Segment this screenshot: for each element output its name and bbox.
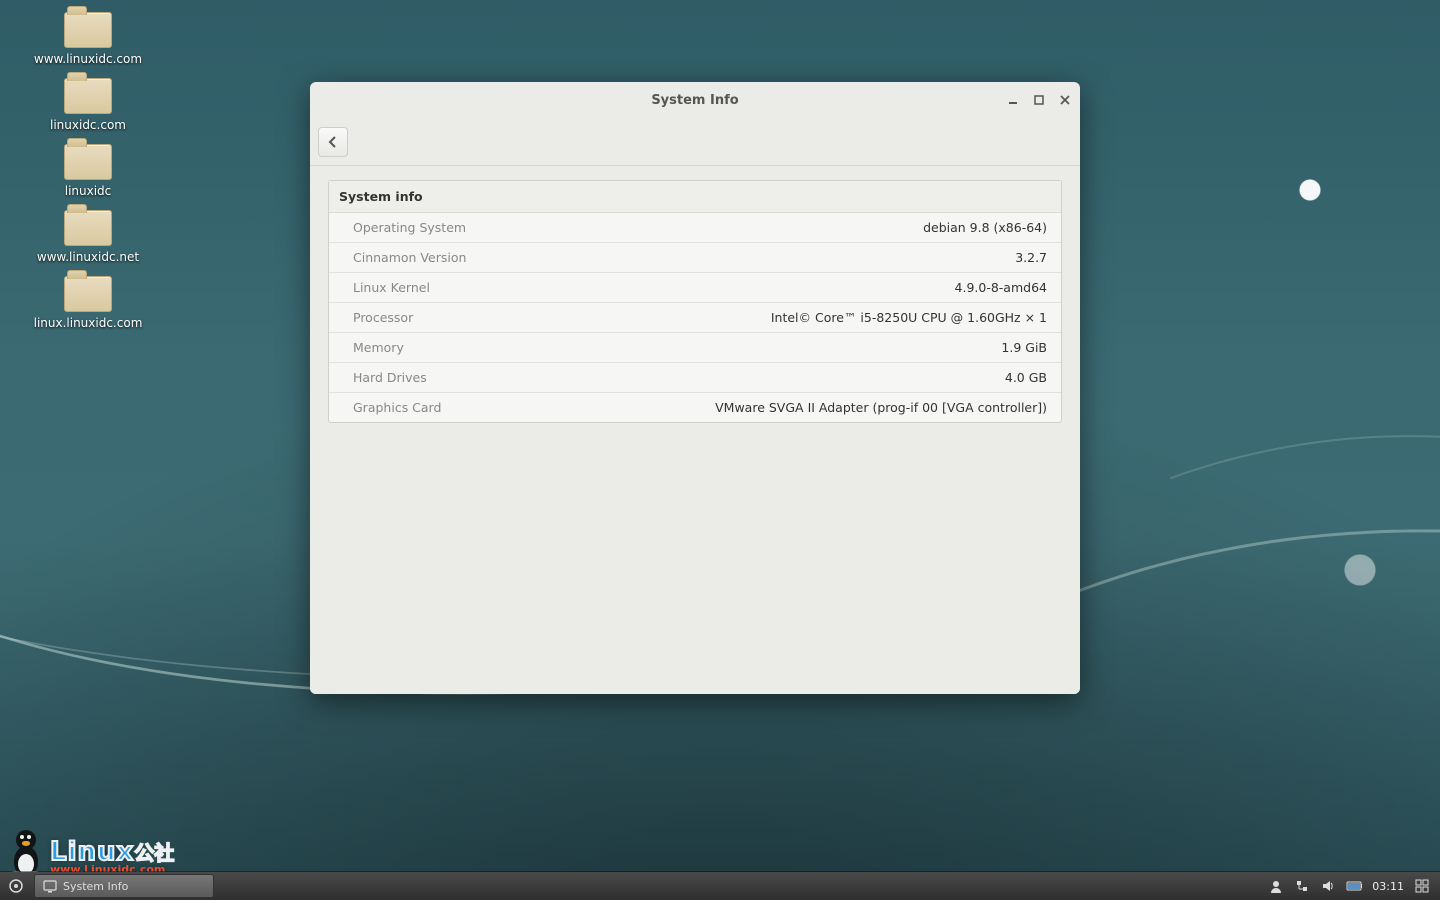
desktop-folder[interactable]: www.linuxidc.com [28,12,148,66]
system-info-icon [43,879,57,893]
minimize-button[interactable] [1006,93,1020,107]
info-key: Hard Drives [353,370,533,385]
watermark-text: Linux公社 www.Linuxidc.com [50,837,174,876]
info-row: Memory 1.9 GiB [329,333,1061,363]
user-icon[interactable] [1268,878,1284,894]
window-content: System info Operating System debian 9.8 … [310,166,1080,694]
close-icon [1060,95,1070,105]
system-info-panel: System info Operating System debian 9.8 … [328,180,1062,423]
desktop-folder[interactable]: linux.linuxidc.com [28,276,148,330]
maximize-icon [1034,95,1044,105]
info-value: 1.9 GiB [533,340,1047,355]
info-row: Graphics Card VMware SVGA II Adapter (pr… [329,393,1061,422]
watermark-suffix: 公社 [134,841,174,865]
close-button[interactable] [1058,93,1072,107]
clock[interactable]: 03:11 [1372,880,1404,893]
show-desktop-icon[interactable] [1414,878,1430,894]
info-key: Memory [353,340,533,355]
window-title: System Info [651,93,738,108]
desktop-folder[interactable]: linuxidc [28,144,148,198]
cinnamon-menu-icon [8,878,24,894]
info-key: Graphics Card [353,400,533,415]
window-titlebar[interactable]: System Info [310,82,1080,118]
taskbar: System Info 03:11 [0,872,1440,900]
desktop-icon-label: linux.linuxidc.com [28,316,148,330]
info-row: Cinnamon Version 3.2.7 [329,243,1061,273]
minimize-icon [1008,95,1018,105]
panel-header: System info [329,181,1061,213]
battery-icon[interactable] [1346,878,1362,894]
info-row: Operating System debian 9.8 (x86-64) [329,213,1061,243]
info-value: 4.0 GB [533,370,1047,385]
menu-button[interactable] [0,872,32,900]
taskbar-item-system-info[interactable]: System Info [34,874,214,898]
volume-icon[interactable] [1320,878,1336,894]
desktop: www.linuxidc.com linuxidc.com linuxidc w… [0,0,1440,900]
info-value: debian 9.8 (x86-64) [533,220,1047,235]
chevron-left-icon [327,136,339,148]
info-row: Linux Kernel 4.9.0-8-amd64 [329,273,1061,303]
info-value: 3.2.7 [533,250,1047,265]
info-key: Linux Kernel [353,280,533,295]
maximize-button[interactable] [1032,93,1046,107]
info-key: Cinnamon Version [353,250,533,265]
info-key: Processor [353,310,533,325]
tux-icon [6,830,46,876]
folder-icon [64,276,112,312]
folder-icon [64,78,112,114]
info-value: 4.9.0-8-amd64 [533,280,1047,295]
desktop-folder[interactable]: linuxidc.com [28,78,148,132]
info-row: Processor Intel© Core™ i5-8250U CPU @ 1.… [329,303,1061,333]
desktop-icon-label: linuxidc.com [28,118,148,132]
info-key: Operating System [353,220,533,235]
desktop-icons: www.linuxidc.com linuxidc.com linuxidc w… [28,12,148,342]
system-tray: 03:11 [1258,878,1440,894]
taskbar-item-label: System Info [63,880,128,893]
watermark: Linux公社 www.Linuxidc.com [6,830,174,876]
desktop-icon-label: www.linuxidc.net [28,250,148,264]
folder-icon [64,12,112,48]
system-info-window: System Info System info [310,82,1080,694]
folder-icon [64,210,112,246]
info-value: VMware SVGA II Adapter (prog-if 00 [VGA … [533,400,1047,415]
folder-icon [64,144,112,180]
back-button[interactable] [318,127,348,157]
desktop-icon-label: www.linuxidc.com [28,52,148,66]
info-value: Intel© Core™ i5-8250U CPU @ 1.60GHz × 1 [533,310,1047,325]
info-row: Hard Drives 4.0 GB [329,363,1061,393]
network-icon[interactable] [1294,878,1310,894]
desktop-folder[interactable]: www.linuxidc.net [28,210,148,264]
desktop-icon-label: linuxidc [28,184,148,198]
window-toolbar [310,118,1080,166]
